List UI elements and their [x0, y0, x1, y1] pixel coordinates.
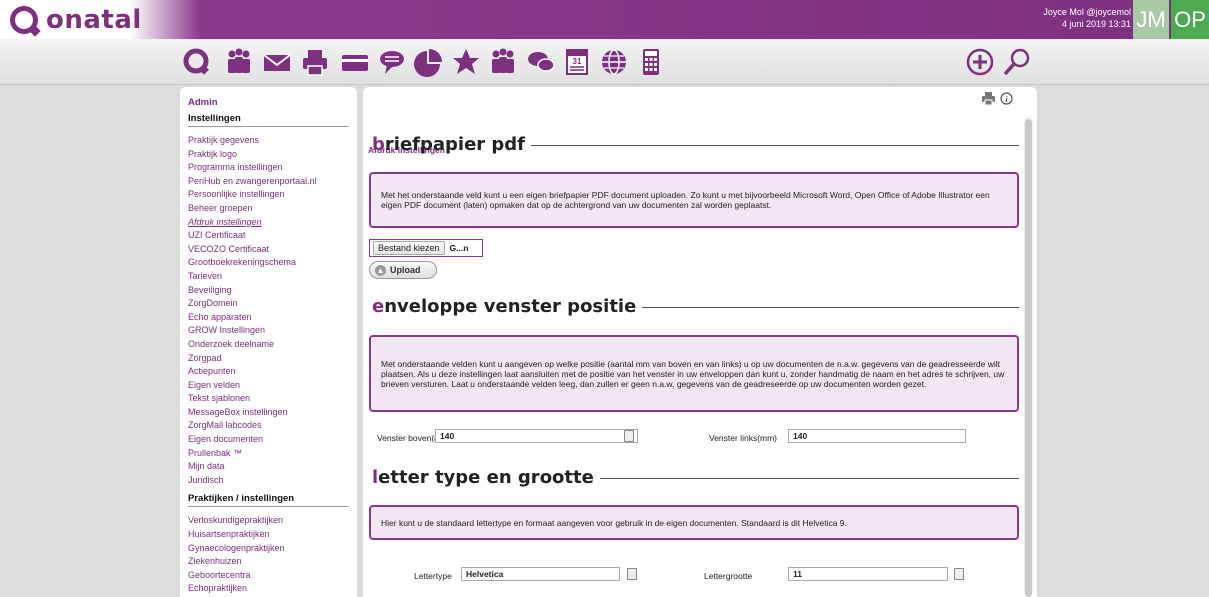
- sidebar-item-14[interactable]: GROW Instellingen: [188, 324, 349, 338]
- print-icon[interactable]: [300, 47, 330, 77]
- sidebar-item2-0[interactable]: Verloskundigepraktijken: [188, 514, 349, 528]
- globe-icon[interactable]: [599, 47, 629, 77]
- sidebar-item-19[interactable]: Tekst sjablonen: [188, 392, 349, 406]
- statistics-icon[interactable]: [414, 47, 444, 77]
- sidebar-item-21[interactable]: ZorgMail labcodes: [188, 419, 349, 433]
- sidebar-item-9[interactable]: Grootboekrekeningschema: [188, 256, 349, 270]
- sidebar-item-10[interactable]: Tarieven: [188, 270, 349, 284]
- search-icon[interactable]: [1002, 47, 1032, 77]
- sidebar-item-5[interactable]: Beheer groepen: [188, 202, 349, 216]
- upload-button[interactable]: ▲ Upload: [369, 261, 437, 279]
- lettertype-label: Lettertype: [414, 571, 452, 581]
- section-title-lettertype: letter type en grootte: [372, 467, 1019, 488]
- sidebar-item-4[interactable]: Persoonlijke instellingen: [188, 188, 349, 202]
- section-divider: [599, 478, 1019, 479]
- info-box-enveloppe: Met onderstaande velden kunt u aangeven …: [369, 335, 1019, 412]
- main-panel: i Afdruk instellingen briefpapier pdf Me…: [363, 87, 1037, 597]
- calendar-icon[interactable]: 31: [562, 47, 592, 77]
- top-bar: onatal Joyce Mol @joycemol 4 juni 2019 1…: [0, 0, 1209, 39]
- sidebar-item-15[interactable]: Onderzoek deelname: [188, 338, 349, 352]
- print-page-icon[interactable]: [981, 92, 996, 107]
- sidebar-section-praktijken: Praktijken / instellingen: [188, 493, 349, 508]
- panel-actions: i: [981, 92, 1013, 107]
- clients-icon[interactable]: [224, 47, 254, 77]
- sidebar-item-6[interactable]: Afdruk instellingen: [188, 216, 349, 230]
- sidebar-item-24[interactable]: Mijn data: [188, 460, 349, 474]
- upload-label: Upload: [390, 265, 421, 275]
- lettertype-select[interactable]: Helvetica: [461, 567, 620, 581]
- sidebar-item2-3[interactable]: Ziekenhuizen: [188, 555, 349, 569]
- card-icon[interactable]: [340, 47, 370, 77]
- messages-icon[interactable]: [526, 47, 556, 77]
- logo-text: onatal: [46, 5, 142, 35]
- calculator-icon[interactable]: [636, 47, 666, 77]
- sidebar-item-1[interactable]: Praktijk logo: [188, 148, 349, 162]
- sidebar-item-12[interactable]: ZorgDomein: [188, 297, 349, 311]
- team-icon[interactable]: [488, 47, 518, 77]
- list-picker-icon[interactable]: [627, 568, 637, 580]
- sidebar-item-25[interactable]: Juridisch: [188, 474, 349, 488]
- sidebar-list-praktijken: Verloskundigepraktijken Huisartsenpraktij…: [188, 514, 349, 596]
- lettergrootte-select[interactable]: 11: [788, 567, 948, 581]
- stepper-icon[interactable]: [624, 430, 634, 442]
- add-icon[interactable]: [965, 47, 995, 77]
- sidebar-item-11[interactable]: Beveiliging: [188, 284, 349, 298]
- logo-q-icon: [10, 6, 38, 34]
- section-title-enveloppe: enveloppe venster positie: [372, 296, 1019, 317]
- user-name: Joyce Mol @joycemol: [1043, 7, 1131, 17]
- info-icon[interactable]: i: [1000, 92, 1013, 107]
- settings-sidebar: Admin Instellingen Praktijk gegevens Prak…: [180, 87, 357, 597]
- section-divider: [531, 145, 1019, 146]
- sidebar-section-instellingen: Instellingen: [188, 113, 349, 127]
- sidebar-item2-1[interactable]: Huisartsenpraktijken: [188, 528, 349, 542]
- sidebar-item-8[interactable]: VECOZO Certificaat: [188, 243, 349, 257]
- venster-links-label: Venster links(mm): [709, 433, 778, 443]
- sidebar-item-13[interactable]: Echo apparaten: [188, 311, 349, 325]
- sidebar-item-0[interactable]: Praktijk gegevens: [188, 134, 349, 148]
- sidebar-item-3[interactable]: PeriHub en zwangerenportaal.nl: [188, 175, 349, 189]
- sidebar-item-18[interactable]: Eigen velden: [188, 379, 349, 393]
- section-divider: [642, 307, 1019, 308]
- sidebar-list-instellingen: Praktijk gegevens Praktijk logo Programma …: [188, 134, 349, 487]
- sidebar-item-7[interactable]: UZI Certificaat: [188, 229, 349, 243]
- favorites-icon[interactable]: [451, 47, 481, 77]
- venster-links-input[interactable]: 140: [788, 429, 966, 443]
- section-title-briefpapier: briefpapier pdf: [372, 134, 1019, 155]
- sidebar-item-2[interactable]: Programma instellingen: [188, 161, 349, 175]
- info-box-briefpapier: Met het onderstaande veld kunt u een eig…: [369, 172, 1019, 228]
- user-avatar[interactable]: JM: [1133, 0, 1169, 39]
- lettergrootte-label: Lettergrootte: [704, 571, 753, 581]
- sidebar-item2-4[interactable]: Geboortecentra: [188, 569, 349, 583]
- scrollbar-thumb[interactable]: [1025, 119, 1032, 597]
- sidebar-item-20[interactable]: MessageBox instellingen: [188, 406, 349, 420]
- sidebar-item-23[interactable]: Prullenbak ™: [188, 447, 349, 461]
- sidebar-item-17[interactable]: Actiepunten: [188, 365, 349, 379]
- mail-icon[interactable]: [262, 47, 292, 77]
- sidebar-item2-5[interactable]: Echopraktijken: [188, 582, 349, 596]
- info-box-lettertype: Hier kunt u de standaard lettertype en f…: [369, 505, 1019, 540]
- file-chooser[interactable]: Bestand kiezen G...n: [369, 239, 483, 257]
- chosen-file-name: G...n: [449, 243, 469, 253]
- sidebar-admin-title: Admin: [188, 97, 218, 108]
- sidebar-item2-2[interactable]: Gynaecologenpraktijken: [188, 542, 349, 556]
- user-info: Joyce Mol @joycemol 4 juni 2019 13:31: [1043, 6, 1131, 30]
- chat-icon[interactable]: [377, 47, 407, 77]
- calendar-day: 31: [573, 57, 582, 66]
- app-logo[interactable]: onatal: [10, 5, 142, 35]
- sidebar-item-16[interactable]: Zorgpad: [188, 352, 349, 366]
- onatal-logo-icon[interactable]: [182, 47, 212, 77]
- current-datetime: 4 juni 2019 13:31: [1061, 19, 1131, 29]
- upload-arrow-icon: ▲: [375, 264, 386, 276]
- list-picker-icon[interactable]: [954, 568, 964, 580]
- practice-avatar[interactable]: OP: [1171, 0, 1209, 39]
- choose-file-button[interactable]: Bestand kiezen: [373, 241, 445, 255]
- sidebar-item-22[interactable]: Eigen documenten: [188, 433, 349, 447]
- venster-boven-input[interactable]: 140: [435, 429, 638, 443]
- main-toolbar: 31: [0, 39, 1209, 85]
